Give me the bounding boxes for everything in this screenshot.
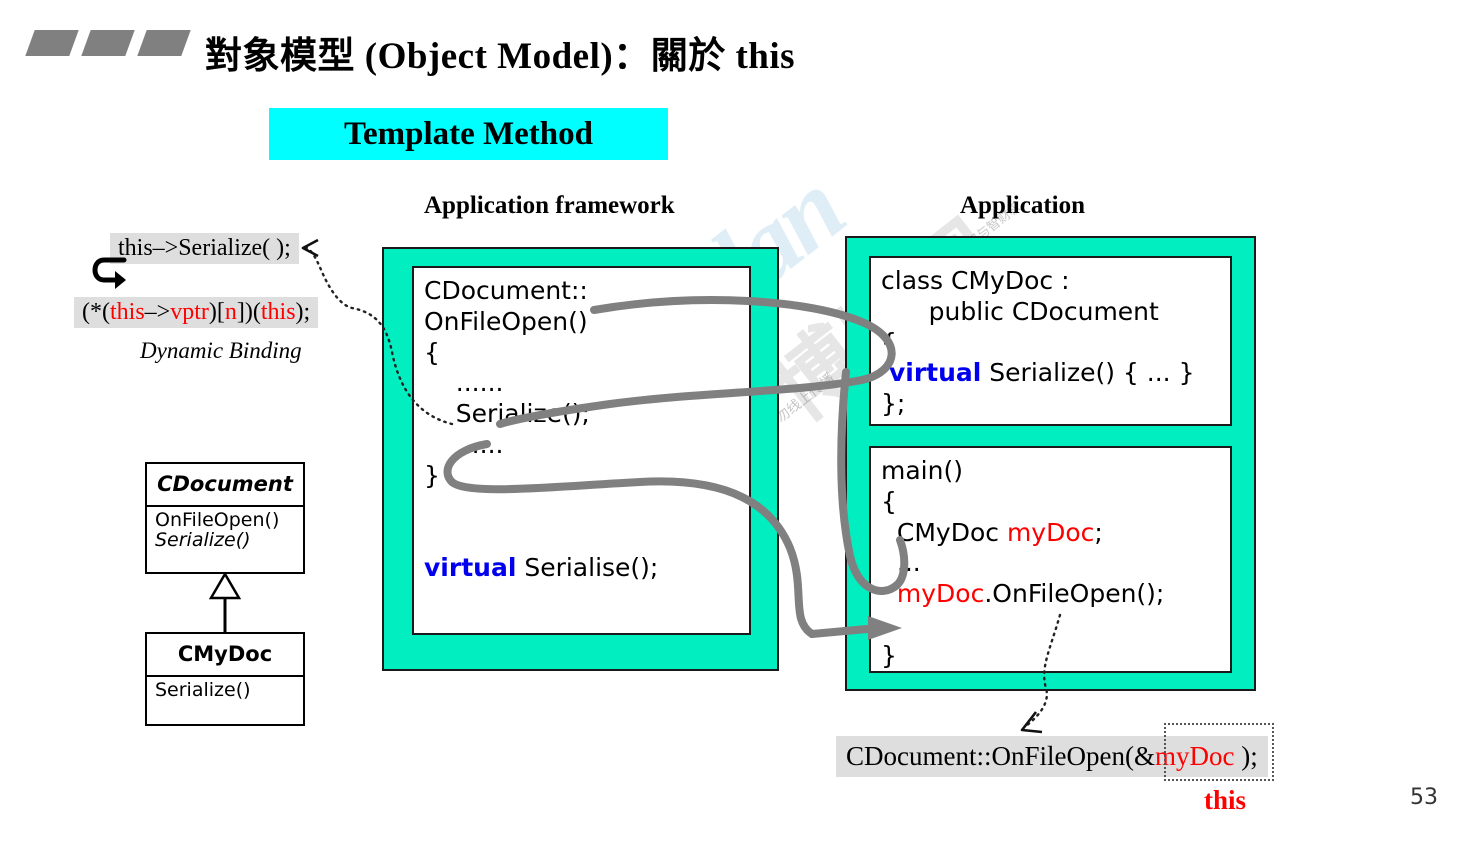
bottom-ann-prefix: CDocument::OnFileOpen(& [846,741,1155,771]
app-virtual-rest: Serialize() { ... } [981,358,1195,388]
dyn-part-4: ])( [236,299,261,325]
annotation-call-expression: this–>Serialize( ); [110,233,299,264]
app-class-line-2: public CDocument [881,296,1159,326]
this-label: this [1204,785,1247,815]
uml-cmydoc-members: Serialize() [147,677,303,704]
uml-member-serialize-override: Serialize() [155,679,251,701]
title-mark-1 [25,30,79,56]
app-class-line-5: }; [881,389,906,418]
dotted-connector-arrowhead [301,238,319,258]
this-highlight-box [1164,723,1274,781]
uml-class-cmydoc: CMyDoc Serialize() [145,632,305,726]
main-line-7: } [881,640,897,670]
dyn-part-2: –> [144,299,171,325]
application-main-code-block: main() { CMyDoc myDoc; ... myDoc.OnFileO… [869,446,1232,673]
uml-cdocument-name: CDocument [157,472,293,496]
dyn-part-1: (*( [82,299,110,325]
app-virtual-keyword: virtual [888,358,982,388]
dyn-this-2: this [260,299,296,325]
fw-line-3: { [424,337,440,367]
uml-member-serialize: Serialize() [155,529,251,552]
main-line-4: ... [881,548,921,578]
main-line-2: { [881,486,897,516]
fw-line-7: } [424,460,440,490]
title-mark-3 [137,30,191,56]
page-number: 53 [1410,785,1438,810]
slide-canvas: 對象模型 (Object Model)：關於 this Template Met… [0,0,1473,847]
app-class-line-3: { [881,327,897,357]
fw-virtual-rest: Serialise(); [516,552,659,582]
dotted-connector-bottom-arrowhead [1020,711,1043,734]
dyn-n: n [224,299,237,325]
main-line-3a: CMyDoc [881,517,1007,547]
fw-line-2: OnFileOpen() [424,306,588,336]
framework-panel-heading: Application framework [424,192,675,219]
fw-virtual-keyword: virtual [424,552,517,582]
dynamic-binding-caption: Dynamic Binding [140,338,302,363]
main-onfileopen-call: .OnFileOpen(); [984,579,1165,608]
fw-line-6: ...... [424,429,504,459]
annotation-dynamic-binding-expression: (*(this–>vptr)[n])(this); [74,297,319,328]
page-title: 對象模型 (Object Model)：關於 this [205,36,796,77]
application-class-code-block: class CMyDoc : public CDocument { virtua… [869,256,1232,426]
title-mark-2 [81,30,135,56]
main-mydoc-decl: myDoc [1006,517,1095,547]
dyn-vptr: vptr [170,299,209,325]
template-method-banner: Template Method [269,108,668,160]
dyn-this-1: this [109,299,145,325]
main-line-3c: ; [1094,517,1103,547]
uml-cmydoc-name: CMyDoc [177,642,273,666]
uml-member-onfileopen: OnFileOpen() [155,509,280,531]
application-panel-heading: Application [960,192,1086,219]
uml-class-cdocument: CDocument OnFileOpen() Serialize() [145,462,305,574]
fw-line-4: ...... [424,368,504,398]
fw-line-1: CDocument:: [424,276,588,305]
dyn-part-3: )[ [208,299,225,325]
main-line-1: main() [881,456,963,485]
app-class-line-1: class CMyDoc : [881,266,1070,295]
framework-code-block: CDocument:: OnFileOpen() { ...... Serial… [412,266,751,635]
annotation-call-text: this–>Serialize( ); [118,235,291,261]
uml-cdocument-members: OnFileOpen() Serialize() [147,507,303,555]
dyn-part-5: ); [295,299,311,325]
fw-line-5: Serialize(); [424,399,590,428]
title-decoration-marks [25,30,191,56]
main-mydoc-ref: myDoc [881,579,985,608]
